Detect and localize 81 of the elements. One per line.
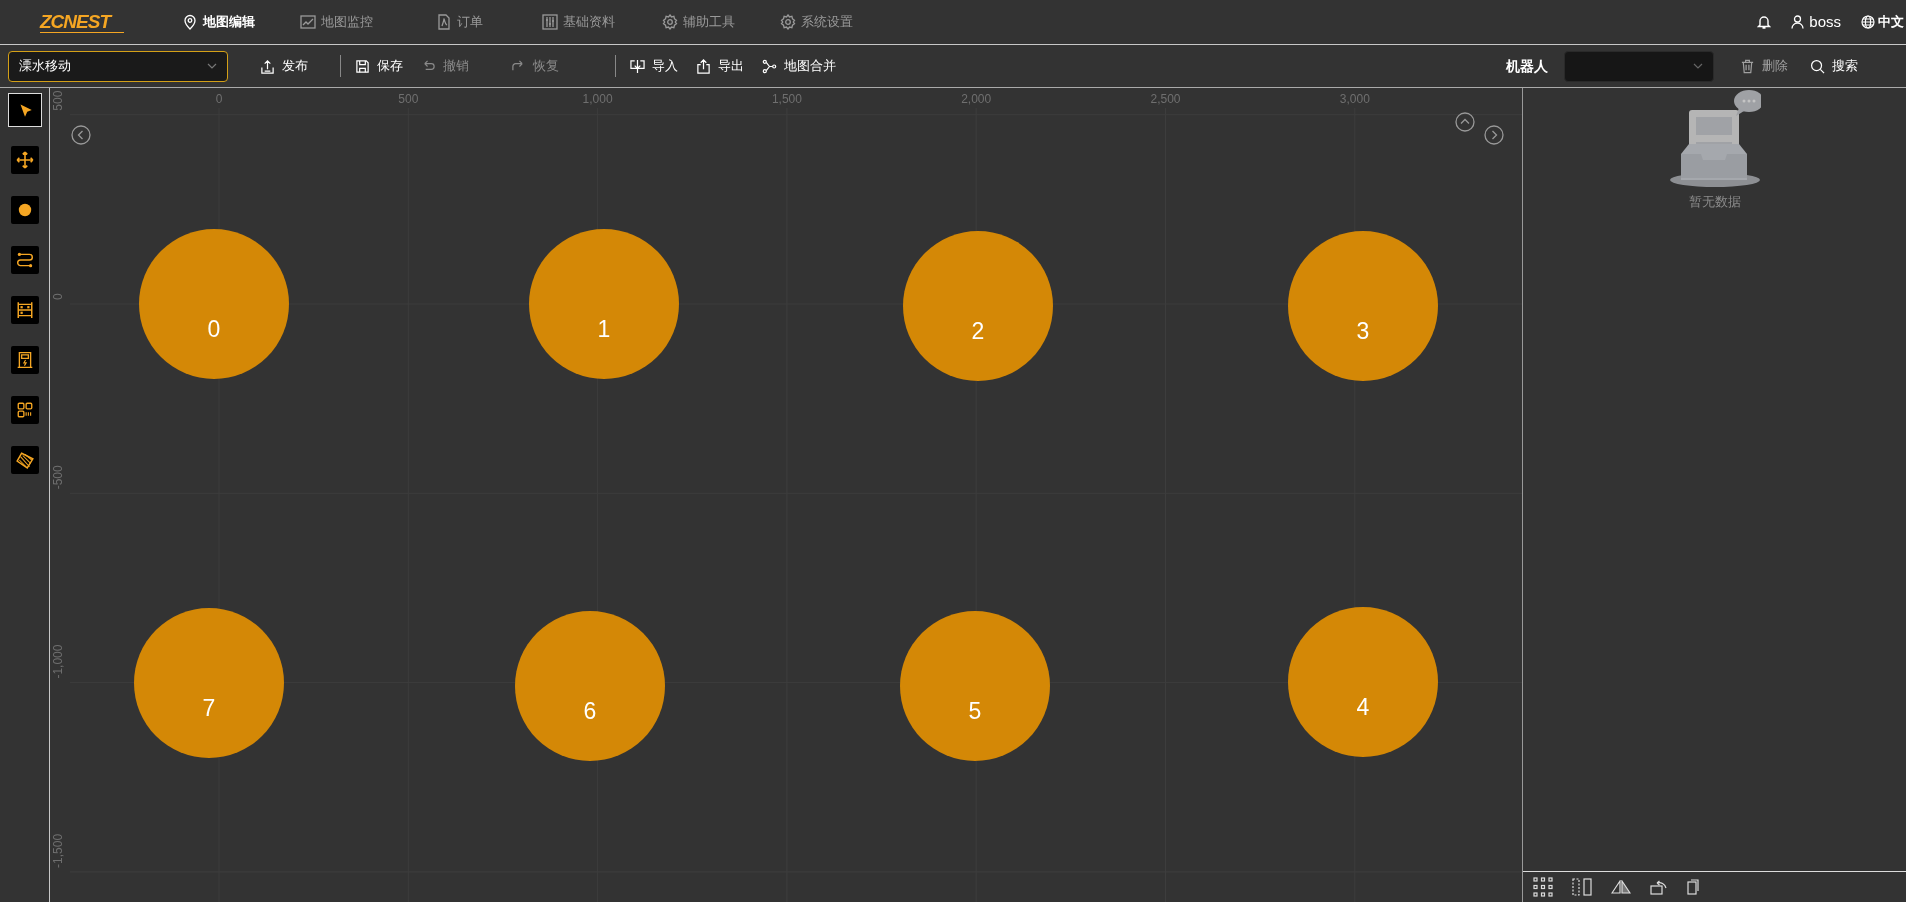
chevron-down-icon: [1693, 63, 1703, 69]
tool-button[interactable]: [10, 346, 39, 374]
copy-icon[interactable]: [1687, 879, 1699, 895]
nav-tab[interactable]: 地图监控: [300, 12, 436, 32]
toolbar-button[interactable]: 发布: [260, 56, 308, 76]
ruler-label: 1,000: [582, 92, 613, 106]
nav-tab[interactable]: 基础资料: [542, 12, 662, 32]
action-button[interactable]: 搜索: [1810, 56, 1858, 76]
circle-left-icon[interactable]: [71, 125, 91, 145]
widgets-icon: [15, 401, 34, 419]
tool-button[interactable]: [10, 446, 39, 474]
ruler-label: 500: [51, 90, 65, 111]
ruler-label: 2,000: [961, 92, 992, 106]
logo: ZCNEST: [40, 11, 124, 33]
sliders-icon: [542, 14, 558, 30]
globe-icon: [1861, 15, 1875, 29]
ruler-label: -1,500: [51, 833, 65, 868]
ruler-label: -500: [51, 465, 65, 490]
hatched-area-icon: [15, 451, 34, 469]
gear-icon: [662, 14, 678, 30]
document-icon: [436, 14, 452, 30]
language-menu[interactable]: 中文: [1861, 12, 1904, 32]
search-icon: [1810, 58, 1825, 74]
empty-message: 暂无数据: [1688, 193, 1741, 211]
map-node[interactable]: 1: [529, 229, 679, 379]
import-icon: [630, 58, 645, 74]
nav-tab[interactable]: 订单: [436, 12, 542, 32]
shelf-icon: [15, 301, 34, 319]
empty-inbox-icon: [1668, 90, 1761, 188]
tool-button[interactable]: [10, 296, 39, 324]
map-node[interactable]: 5: [900, 611, 1050, 761]
pin-icon: [182, 14, 198, 30]
upload-icon: [260, 58, 275, 74]
mirror-icon[interactable]: [1611, 880, 1631, 894]
trash-icon: [1740, 58, 1755, 74]
tool-button[interactable]: [10, 396, 39, 424]
user-icon: [1791, 15, 1805, 29]
merge-icon: [762, 58, 777, 74]
ruler-label: -1,000: [51, 644, 65, 679]
tool-button[interactable]: [10, 246, 39, 274]
ruler-label: 500: [398, 92, 419, 106]
ruler-label: 0: [215, 92, 223, 106]
move-icon: [15, 151, 34, 169]
map-node[interactable]: 4: [1288, 607, 1438, 757]
path-icon: [15, 251, 34, 269]
grid-icon[interactable]: [1533, 877, 1553, 897]
charger-icon: [15, 351, 34, 369]
map-node[interactable]: 2: [903, 231, 1053, 381]
toolbar-button[interactable]: 导出: [696, 56, 744, 76]
nav-tab[interactable]: 辅助工具: [662, 12, 780, 32]
toolbar-button[interactable]: 保存: [355, 56, 403, 76]
map-select[interactable]: 溧水移动: [8, 50, 228, 82]
nav-tab[interactable]: 系统设置: [780, 12, 900, 32]
nav-tab[interactable]: 地图编辑: [182, 12, 300, 32]
toolbar-button[interactable]: 地图合并: [762, 56, 836, 76]
circle-up-icon[interactable]: [1455, 112, 1475, 132]
rotate-icon[interactable]: [1650, 879, 1668, 895]
user-name: boss: [1809, 11, 1841, 32]
toolbar-button[interactable]: 导入: [630, 56, 678, 76]
tool-button[interactable]: [10, 196, 39, 224]
circle-right-icon[interactable]: [1484, 125, 1504, 145]
ruler-label: 2,500: [1150, 92, 1181, 106]
line-chart-icon: [300, 14, 316, 30]
language-label: 中文: [1878, 13, 1904, 32]
map-node[interactable]: 6: [515, 611, 665, 761]
tool-button[interactable]: [7, 93, 42, 127]
map-node[interactable]: 0: [139, 229, 289, 379]
robot-label: 机器人: [1506, 56, 1548, 76]
split-panel-icon[interactable]: [1572, 878, 1592, 896]
user-menu[interactable]: boss: [1791, 10, 1841, 34]
ruler-label: 0: [51, 293, 65, 300]
export-icon: [696, 58, 711, 74]
tool-button[interactable]: [10, 146, 39, 174]
ruler-label: 1,500: [771, 92, 802, 106]
bell-icon[interactable]: [1757, 14, 1772, 30]
map-node[interactable]: 7: [134, 608, 284, 758]
gear-icon: [780, 14, 796, 30]
chevron-down-icon: [207, 63, 217, 69]
map-node[interactable]: 3: [1288, 231, 1438, 381]
ruler-label: 3,000: [1339, 92, 1370, 106]
save-icon: [355, 58, 370, 74]
